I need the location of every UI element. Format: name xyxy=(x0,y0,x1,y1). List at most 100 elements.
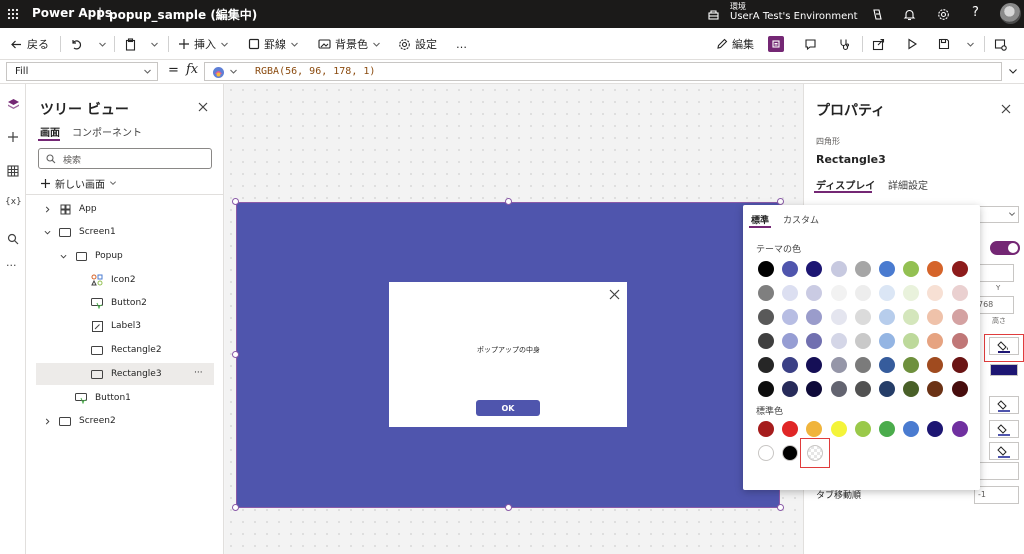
color-swatch[interactable] xyxy=(903,357,920,373)
undo-button[interactable] xyxy=(70,28,83,60)
tree-item-rectangle2[interactable]: Rectangle2 xyxy=(36,339,214,361)
paste-button[interactable] xyxy=(124,28,137,60)
color-swatch[interactable] xyxy=(830,333,847,349)
avatar[interactable] xyxy=(1000,3,1021,24)
tree-item-rectangle3[interactable]: Rectangle3 ··· xyxy=(36,363,214,385)
help-icon[interactable]: ? xyxy=(972,5,979,20)
color-swatch[interactable] xyxy=(758,445,774,461)
tab-order-field[interactable]: -1 xyxy=(974,486,1019,504)
data-table-icon[interactable] xyxy=(5,163,21,179)
paste-dropdown[interactable] xyxy=(150,28,159,60)
color-swatch[interactable] xyxy=(806,421,823,437)
color-swatch[interactable] xyxy=(806,309,823,325)
color-swatch[interactable] xyxy=(758,285,774,301)
property-dropdown[interactable] xyxy=(974,206,1019,223)
color-swatch[interactable] xyxy=(830,421,847,437)
tree-item-label3[interactable]: Label3 xyxy=(36,315,214,337)
color-swatch[interactable] xyxy=(758,333,774,349)
resize-handle[interactable] xyxy=(232,504,239,511)
tree-item-app[interactable]: App xyxy=(36,198,214,220)
close-icon[interactable] xyxy=(609,289,620,300)
color-swatch[interactable] xyxy=(758,261,774,277)
waffle-icon[interactable] xyxy=(6,7,20,21)
comments-button[interactable] xyxy=(804,28,817,60)
tree-item-popup[interactable]: Popup xyxy=(36,245,214,267)
resize-handle[interactable] xyxy=(232,198,239,205)
share-button[interactable] xyxy=(872,28,885,60)
insert-button[interactable]: 挿入 xyxy=(178,28,229,60)
color-swatch[interactable] xyxy=(806,285,823,301)
popup-dialog[interactable]: ポップアップの中身 OK xyxy=(389,282,627,427)
toggle-switch[interactable] xyxy=(990,241,1020,255)
search-icon[interactable] xyxy=(5,231,21,247)
color-swatch[interactable] xyxy=(782,381,799,397)
publish-button[interactable] xyxy=(994,28,1007,60)
color-swatch[interactable] xyxy=(927,381,944,397)
ok-button[interactable]: OK xyxy=(476,400,540,416)
color-swatch[interactable] xyxy=(854,421,871,437)
color-swatch[interactable] xyxy=(806,381,823,397)
color-swatch[interactable] xyxy=(782,421,799,437)
color-swatch[interactable] xyxy=(903,421,920,437)
color-swatch[interactable] xyxy=(951,381,968,397)
formula-editor[interactable]: RGBA(56, 96, 178, 1) xyxy=(204,62,1002,81)
color-swatch[interactable] xyxy=(951,309,968,325)
color-swatch[interactable] xyxy=(854,285,871,301)
color-swatch[interactable] xyxy=(758,381,774,397)
resize-handle[interactable] xyxy=(505,198,512,205)
tab-custom[interactable]: カスタム xyxy=(783,213,819,226)
control-name[interactable]: Rectangle3 xyxy=(816,153,886,166)
fill-color-preview[interactable] xyxy=(990,364,1018,376)
tree-view-toggle[interactable] xyxy=(768,28,784,60)
tab-screens[interactable]: 画面 xyxy=(40,124,60,139)
color-swatch[interactable] xyxy=(903,261,920,277)
height-field[interactable]: 768 xyxy=(974,296,1014,314)
color-swatch[interactable] xyxy=(830,309,847,325)
color-swatch[interactable] xyxy=(951,357,968,373)
preview-play-button[interactable] xyxy=(906,28,918,60)
close-icon[interactable] xyxy=(1001,104,1011,114)
app-checker-button[interactable] xyxy=(838,28,851,60)
color-swatch[interactable] xyxy=(854,309,871,325)
color-swatch[interactable] xyxy=(951,333,968,349)
color-swatch[interactable] xyxy=(782,309,799,325)
color-swatch[interactable] xyxy=(951,285,968,301)
color-swatch[interactable] xyxy=(879,357,895,373)
tree-item-icon2[interactable]: Icon2 xyxy=(36,269,214,291)
color-swatch[interactable] xyxy=(879,261,895,277)
color-swatch[interactable] xyxy=(854,261,871,277)
tree-item-button2[interactable]: Button2 xyxy=(36,292,214,314)
design-canvas[interactable]: ポップアップの中身 OK xyxy=(225,84,803,554)
color-swatch[interactable] xyxy=(927,261,944,277)
background-color-button[interactable]: 背景色 xyxy=(318,28,381,60)
color-swatch[interactable] xyxy=(879,285,895,301)
search-box[interactable]: 検索 xyxy=(38,148,212,169)
color-swatch[interactable] xyxy=(927,357,944,373)
color-swatch[interactable] xyxy=(951,261,968,277)
resize-handle[interactable] xyxy=(777,504,784,511)
color-swatch[interactable] xyxy=(879,421,895,437)
tab-standard[interactable]: 標準 xyxy=(751,213,769,226)
variables-icon[interactable]: {x} xyxy=(5,197,22,207)
tree-item-screen1[interactable]: Screen1 xyxy=(36,221,214,243)
close-icon[interactable] xyxy=(198,102,208,112)
color-swatch[interactable] xyxy=(927,285,944,301)
color-swatch[interactable] xyxy=(879,381,895,397)
color-swatch[interactable] xyxy=(782,445,799,461)
color-swatch[interactable] xyxy=(879,333,895,349)
resize-handle[interactable] xyxy=(505,504,512,511)
color-swatch[interactable] xyxy=(951,421,968,437)
color-swatch[interactable] xyxy=(806,333,823,349)
color-swatch[interactable] xyxy=(903,309,920,325)
copilot-icon[interactable] xyxy=(211,65,225,79)
color-swatch[interactable] xyxy=(830,357,847,373)
resize-handle[interactable] xyxy=(777,198,784,205)
color-swatch[interactable] xyxy=(830,261,847,277)
color-swatch[interactable] xyxy=(782,261,799,277)
expand-formula-chevron-icon[interactable] xyxy=(1008,66,1018,76)
copilot-icon[interactable] xyxy=(870,7,884,21)
resize-handle[interactable] xyxy=(232,351,239,358)
settings-button[interactable]: 設定 xyxy=(398,28,437,60)
color-swatch[interactable] xyxy=(903,285,920,301)
more-options-icon[interactable]: ··· xyxy=(6,259,17,272)
